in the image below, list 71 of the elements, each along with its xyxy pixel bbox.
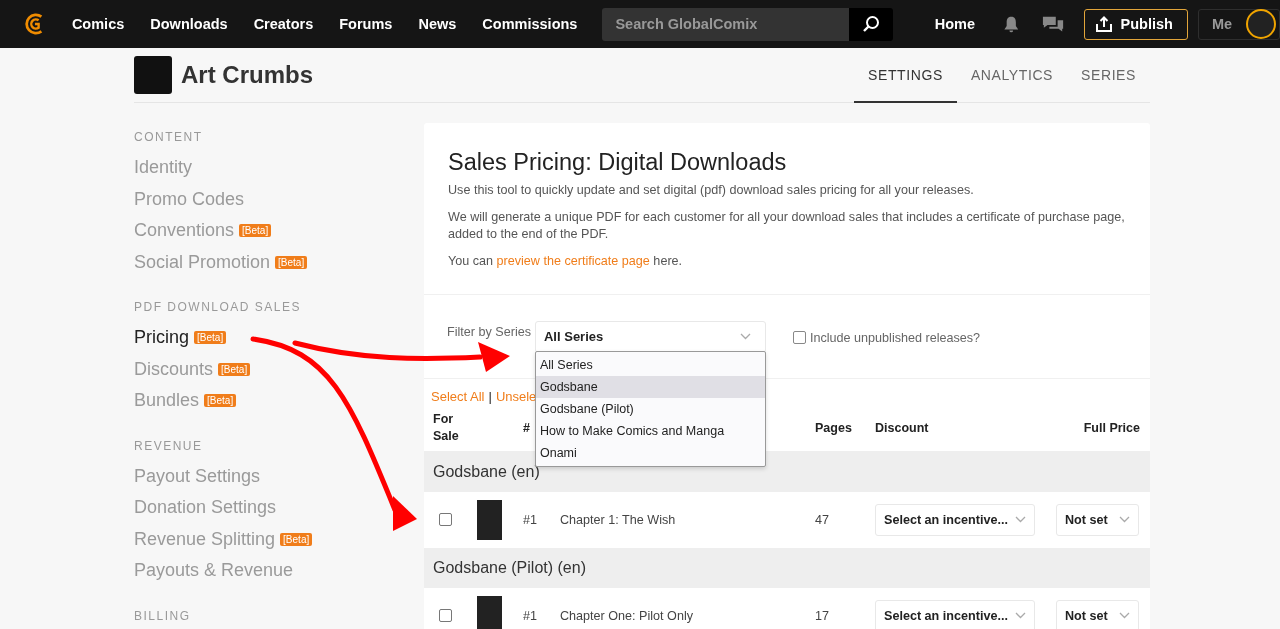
creator-name: Art Crumbs <box>181 61 313 89</box>
checkbox[interactable] <box>439 513 452 526</box>
release-title: Chapter One: Pilot Only <box>560 608 694 623</box>
chevron-down-icon <box>740 333 751 340</box>
certificate-note: We will generate a unique PDF for each customer for all your download sales that includes a certificate of purchase page, added to the end of the PDF. <box>448 208 1126 244</box>
page-count: 47 <box>815 512 830 527</box>
series-title: Godsbane (Pilot) (en) <box>433 558 586 577</box>
dropdown-option[interactable]: Onami <box>536 441 765 464</box>
release-number: #1 <box>523 608 538 623</box>
intro-text: Use this tool to quickly update and set digital (pdf) download sales pricing for all your releases. <box>448 182 975 199</box>
column-header: For Sale <box>433 411 460 445</box>
beta-badge: [Beta] <box>239 224 272 238</box>
full-price-select[interactable]: Not set <box>1056 503 1139 536</box>
dropdown-option[interactable]: How to Make Comics and Manga <box>536 419 765 442</box>
panel-title: Sales Pricing: Digital Downloads <box>448 149 788 176</box>
chevron-down-icon <box>1119 516 1130 523</box>
sidebar-section-heading: BILLING <box>134 608 192 623</box>
column-header: Discount <box>875 421 930 435</box>
chevron-down-icon <box>1015 612 1026 619</box>
sidebar-section-heading: CONTENT <box>134 130 204 144</box>
chevron-down-icon <box>1119 612 1130 619</box>
full-price-select[interactable]: Not set <box>1056 599 1139 629</box>
search-button[interactable] <box>848 7 893 41</box>
home-link[interactable]: Home <box>934 16 975 32</box>
nav-link[interactable]: Creators <box>253 16 314 32</box>
upload-icon <box>1095 16 1112 32</box>
tab[interactable]: ANALYTICS <box>956 67 1068 103</box>
nav-link[interactable]: News <box>418 16 457 32</box>
checkbox[interactable] <box>793 331 806 344</box>
chevron-down-icon <box>1015 516 1026 523</box>
column-header: Pages <box>815 421 853 435</box>
preview-text: You can preview the certificate page here. <box>448 252 684 270</box>
chat-icon[interactable] <box>1041 14 1064 34</box>
separator-text: | <box>488 388 492 404</box>
beta-badge: [Beta] <box>204 394 237 408</box>
publish-button[interactable]: Publish <box>1083 8 1188 40</box>
nav-link[interactable]: Commissions <box>482 16 578 32</box>
dropdown-option[interactable]: Godsbane <box>536 375 765 398</box>
cover-thumbnail <box>477 499 502 540</box>
nav-link[interactable]: Comics <box>71 16 125 32</box>
sidebar-section-heading: PDF DOWNLOAD SALES <box>134 300 303 314</box>
discount-select[interactable]: Select an incentive... <box>875 599 1035 629</box>
release-number: #1 <box>523 512 538 527</box>
dropdown-option[interactable]: Godsbane (Pilot) <box>536 397 765 420</box>
nav-link[interactable]: Downloads <box>150 16 228 32</box>
cover-thumbnail <box>477 595 502 629</box>
bell-icon[interactable] <box>1003 14 1020 34</box>
beta-badge: [Beta] <box>280 532 313 546</box>
tab[interactable]: SERIES <box>1067 67 1150 103</box>
creator-avatar-icon <box>134 56 172 94</box>
dropdown-option[interactable]: All Series <box>536 353 765 376</box>
checkbox[interactable] <box>439 609 452 622</box>
sidebar-section-heading: REVENUE <box>134 438 204 453</box>
avatar-icon <box>1246 9 1276 39</box>
search-icon <box>861 15 880 33</box>
column-header: Full Price <box>1083 421 1140 435</box>
sidebar-item[interactable]: Pricing <box>134 327 190 349</box>
account-menu-button[interactable]: Me <box>1197 8 1280 40</box>
tab[interactable]: SETTINGS <box>854 67 957 103</box>
page-count: 17 <box>815 608 830 623</box>
series-title: Godsbane (en) <box>433 462 540 481</box>
release-title: Chapter 1: The Wish <box>560 512 677 527</box>
beta-badge: [Beta] <box>194 331 227 345</box>
beta-badge: [Beta] <box>218 362 251 376</box>
discount-select[interactable]: Select an incentive... <box>875 503 1035 536</box>
filter-label: Filter by Series <box>447 324 531 339</box>
checkbox-label: Include unpublished releases? <box>810 330 981 345</box>
beta-badge: [Beta] <box>275 255 308 269</box>
search-field[interactable]: Search GlobalComix <box>602 7 849 41</box>
nav-link[interactable]: Forums <box>339 16 393 32</box>
column-header: # <box>523 421 530 435</box>
